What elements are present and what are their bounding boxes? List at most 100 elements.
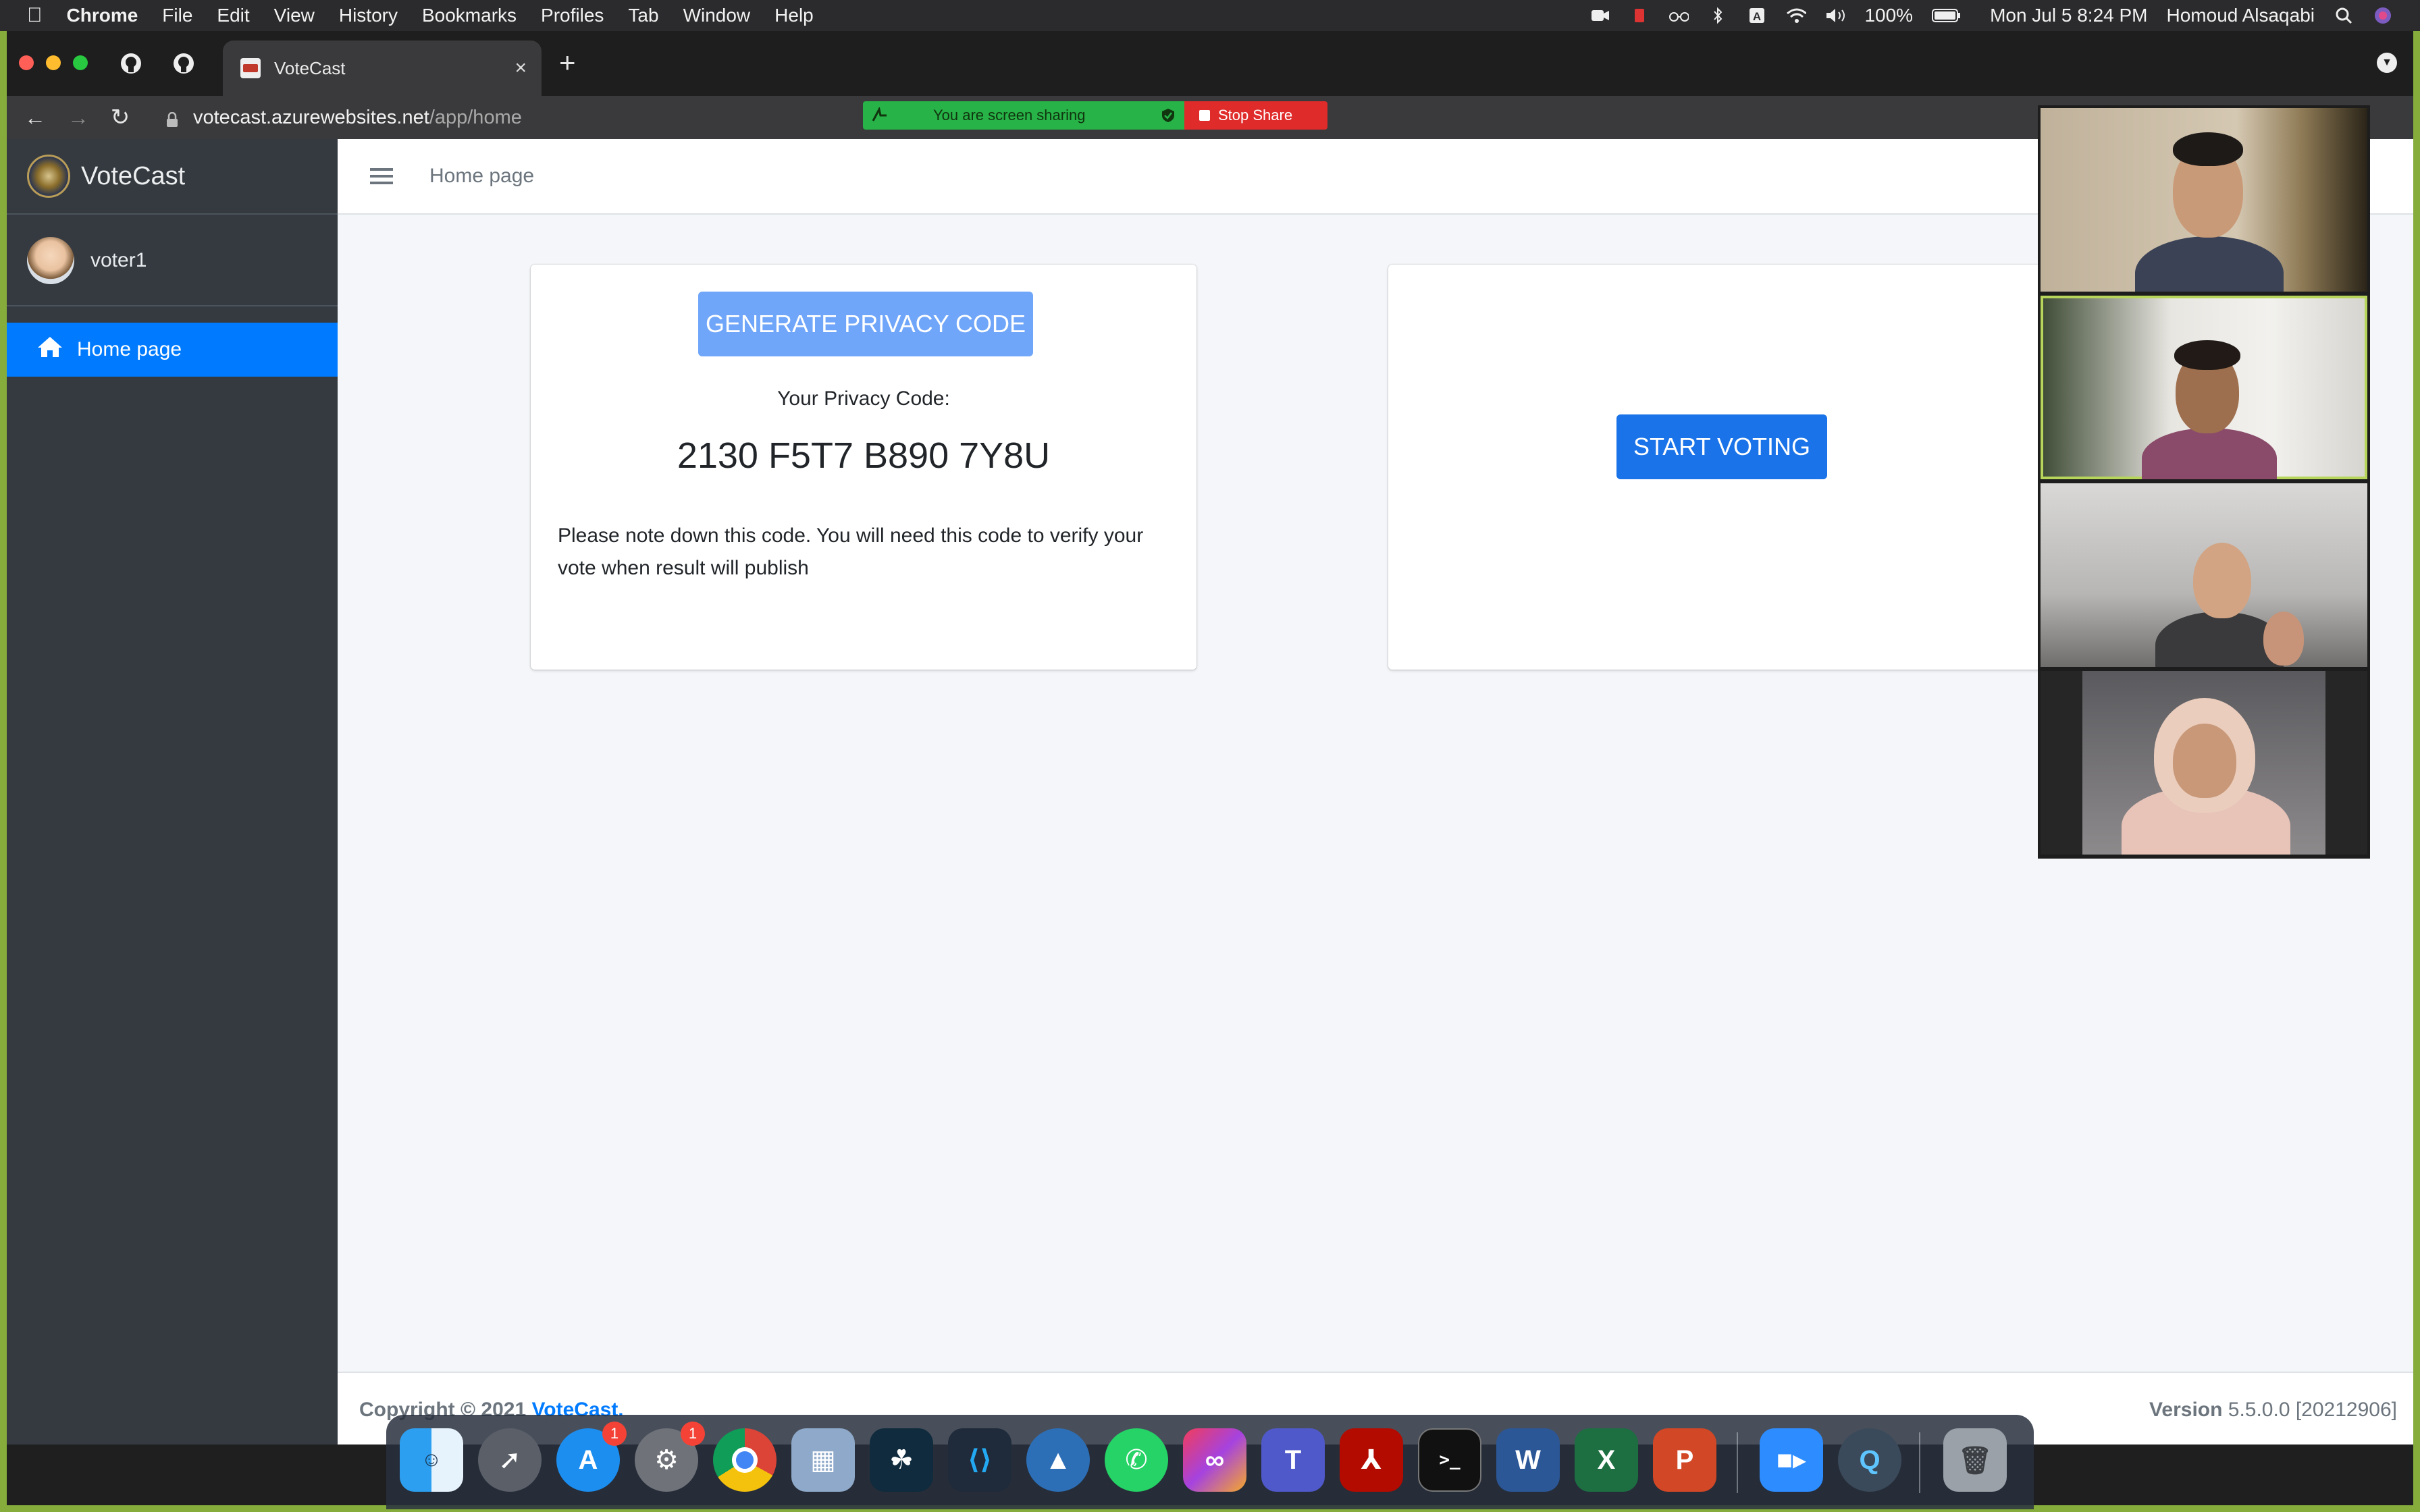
recording-status-icon[interactable] [1629,7,1650,24]
vscode-icon: ⟨⟩ [967,1445,993,1475]
dock-teams[interactable]: T [1261,1428,1325,1492]
participant-video-4[interactable] [2041,671,2367,855]
privacy-code-value: 2130 F5T7 B890 7Y8U [677,435,1051,476]
siri-icon[interactable] [2373,7,2393,24]
url-host: votecast.azurewebsites.net [193,106,429,128]
dock-vscode[interactable]: ⟨⟩ [948,1428,1011,1492]
generate-privacy-code-button[interactable]: GENERATE PRIVACY CODE [698,292,1033,356]
close-tab-icon[interactable]: × [515,57,527,80]
video-call-panel[interactable] [2038,105,2370,859]
url-path: /app/home [429,106,522,128]
pinned-tab-github[interactable] [107,47,155,80]
privacy-code-note: Please note down this code. You will nee… [558,524,1144,579]
menu-view[interactable]: View [274,5,315,26]
forward-arrow-icon[interactable]: → [63,103,93,132]
menu-bookmarks[interactable]: Bookmarks [422,5,517,26]
dock-system-preferences[interactable]: ⚙ 1 [635,1422,705,1492]
stop-icon [1199,110,1210,121]
dock-kindle[interactable]: ☘ [870,1428,933,1492]
maximize-window-button[interactable] [73,55,88,70]
dock-trash[interactable]: 🗑 [1943,1428,2007,1492]
tab-votecast[interactable]: VoteCast × [223,40,542,96]
dock-powerpoint[interactable]: P [1653,1428,1716,1492]
close-window-button[interactable] [19,55,34,70]
preview-icon: ▦ [810,1445,836,1475]
dock-finder[interactable]: ☺ [400,1428,463,1492]
menubar-clock[interactable]: Mon Jul 5 8:24 PM [1990,5,2147,26]
svg-text:A: A [1753,10,1761,23]
participant-video-3[interactable] [2041,483,2367,667]
breadcrumb[interactable]: Home page [429,165,534,188]
excel-icon: X [1597,1444,1616,1475]
version-text: Version 5.5.0.0 [20212906] [2149,1399,2397,1422]
volume-icon[interactable] [1825,7,1845,24]
sidebar-item-home[interactable]: Home page [7,323,338,377]
dock-whatsapp[interactable]: ✆ [1105,1428,1168,1492]
dock-excel[interactable]: X [1575,1428,1638,1492]
menu-toggle-icon[interactable] [370,164,393,188]
menu-history[interactable]: History [339,5,398,26]
participant-video-1[interactable] [2041,108,2367,292]
menu-profiles[interactable]: Profiles [541,5,604,26]
quicktime-icon: Q [1859,1444,1880,1475]
stop-share-button[interactable]: Stop Share [1184,101,1327,130]
menu-help[interactable]: Help [774,5,814,26]
minimize-window-button[interactable] [46,55,61,70]
dock-zoom[interactable]: ■▸ [1760,1428,1823,1492]
dock-creative-cloud[interactable]: ∞ [1183,1428,1246,1492]
spotlight-search-icon[interactable] [2334,7,2354,24]
new-tab-button[interactable]: + [559,49,576,77]
app-store-badge: 1 [602,1422,627,1446]
kindle-reader-icon: ☘ [889,1445,914,1475]
menubar-user-name[interactable]: Homoud Alsaqabi [2167,5,2315,26]
lock-icon[interactable] [166,110,178,127]
menu-edit[interactable]: Edit [217,5,249,26]
wifi-icon[interactable] [1786,7,1807,24]
sharing-status[interactable]: You are screen sharing [863,101,1184,130]
menu-file[interactable]: File [162,5,192,26]
menu-tab[interactable]: Tab [628,5,658,26]
acrobat-icon: ⅄ [1361,1445,1382,1475]
zoom-camera-icon: ■▸ [1776,1445,1807,1475]
dock-mounty[interactable]: ▲ [1026,1428,1090,1492]
reload-icon[interactable]: ↻ [105,103,135,132]
drag-handle-icon[interactable] [871,107,889,124]
dock-quicktime[interactable]: Q [1838,1428,1901,1492]
brand-link[interactable]: VoteCast [7,139,338,215]
menu-app-name[interactable]: Chrome [67,5,138,26]
creative-cloud-icon: ∞ [1205,1444,1225,1475]
apple-menu-icon[interactable]:  [27,4,43,27]
back-arrow-icon[interactable]: ← [20,103,50,132]
user-panel[interactable]: voter1 [7,216,338,306]
battery-percent: 100% [1864,5,1914,26]
participant-video-2[interactable] [2041,296,2367,479]
bluetooth-icon[interactable] [1708,7,1728,24]
dock-separator [1919,1432,1920,1493]
trash-icon: 🗑 [1957,1445,1993,1476]
github-icon [121,53,141,74]
privacy-code-card: GENERATE PRIVACY CODE Your Privacy Code:… [531,265,1196,670]
dock-preview[interactable]: ▦ [791,1428,855,1492]
votecast-favicon [240,58,261,78]
tab-title: VoteCast [274,57,346,78]
dock-app-store[interactable]: A1 [556,1422,627,1492]
input-source-icon[interactable]: A [1747,7,1767,24]
finder-icon: ☺ [421,1449,442,1471]
dock-chrome[interactable] [713,1428,777,1492]
pinned-tab-github-2[interactable] [159,47,208,80]
terminal-icon: >_ [1439,1450,1461,1470]
battery-icon[interactable] [1932,7,1962,24]
dock-word[interactable]: W [1496,1428,1560,1492]
dock-terminal[interactable]: >_ [1418,1428,1481,1492]
zoom-status-icon[interactable] [1590,7,1610,24]
dock-acrobat[interactable]: ⅄ [1340,1428,1403,1492]
user-name[interactable]: voter1 [90,249,147,272]
dock-launchpad[interactable]: ➚ [478,1428,542,1492]
screen-share-banner: You are screen sharing Stop Share [863,101,1327,130]
tab-search-chevron-icon[interactable]: ▼ [2377,53,2397,73]
mountain-icon: ▲ [1045,1444,1072,1475]
dock-separator [1737,1432,1738,1493]
start-voting-button[interactable]: START VOTING [1616,414,1827,479]
menu-window[interactable]: Window [683,5,751,26]
glasses-icon[interactable] [1668,7,1689,24]
